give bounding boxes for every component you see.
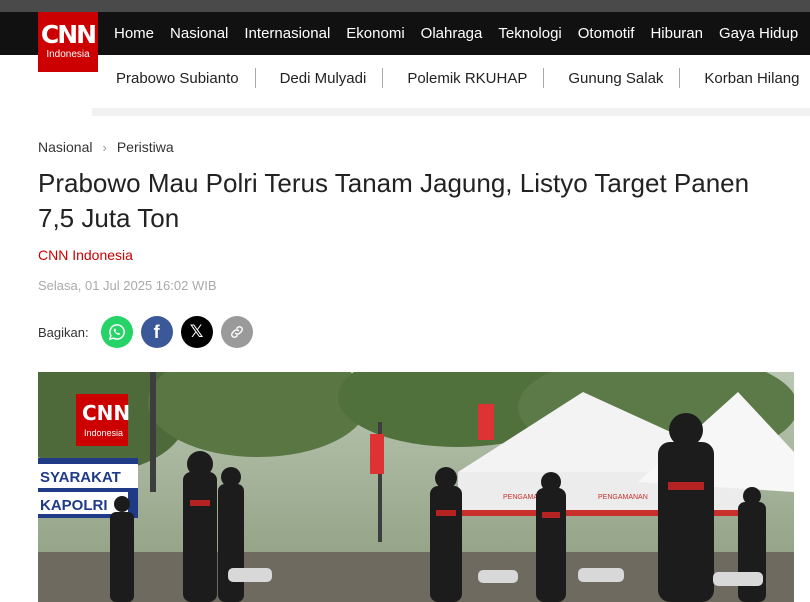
- topic-polemik-rkuhap[interactable]: Polemik RKUHAP: [383, 70, 543, 87]
- banner-text-2: KAPOLRI: [40, 497, 108, 514]
- whatsapp-icon: [108, 324, 125, 341]
- share-link-button[interactable]: [220, 316, 253, 348]
- link-icon: [230, 326, 243, 338]
- watermark-sub: Indonesia: [84, 428, 123, 438]
- nav-item-internasional[interactable]: Internasional: [236, 25, 338, 42]
- trending-topics: Prabowo Subianto Dedi Mulyadi Polemik RK…: [92, 56, 810, 100]
- nav-item-nasional[interactable]: Nasional: [162, 25, 236, 42]
- chevron-right-icon: ›: [102, 139, 107, 155]
- nav-item-gaya-hidup[interactable]: Gaya Hidup: [711, 25, 806, 42]
- watermark-logo: CNN: [82, 401, 130, 425]
- nav-item-teknologi[interactable]: Teknologi: [490, 25, 569, 42]
- nav-item-otomotif[interactable]: Otomotif: [570, 25, 643, 42]
- nav-item-hiburan[interactable]: Hiburan: [642, 25, 711, 42]
- share-bar: Bagikan: f 𝕏: [38, 316, 261, 348]
- logo-subtext: Indonesia: [46, 49, 90, 60]
- nav-item-olahraga[interactable]: Olahraga: [413, 25, 491, 42]
- share-facebook-button[interactable]: f: [140, 316, 173, 348]
- nav-item-home[interactable]: Home: [106, 25, 162, 42]
- topic-korban-hilang[interactable]: Korban Hilang: [680, 70, 810, 87]
- share-label: Bagikan:: [38, 324, 89, 340]
- tent-text-2: PENGAMANAN: [598, 494, 648, 501]
- share-whatsapp-button[interactable]: [100, 316, 133, 348]
- banner-text-1: SYARAKAT: [40, 469, 121, 486]
- logo-text: CNN: [40, 20, 97, 49]
- article-title: Prabowo Mau Polri Terus Tanam Jagung, Li…: [38, 168, 750, 233]
- share-x-button[interactable]: 𝕏: [180, 316, 213, 348]
- topic-prabowo-subianto[interactable]: Prabowo Subianto: [92, 70, 255, 87]
- main-nav: Home Nasional Internasional Ekonomi Olah…: [106, 12, 806, 55]
- topic-gunung-salak[interactable]: Gunung Salak: [544, 70, 679, 87]
- breadcrumb-section[interactable]: Nasional: [38, 139, 92, 155]
- facebook-icon: f: [153, 321, 160, 342]
- nav-item-ekonomi[interactable]: Ekonomi: [338, 25, 412, 42]
- police-parade-photo: SYARAKAT KAPOLRI PENGAMANAN PENGAMANAN C…: [38, 372, 794, 602]
- hero-image: SYARAKAT KAPOLRI PENGAMANAN PENGAMANAN C…: [38, 372, 794, 602]
- article-date: Selasa, 01 Jul 2025 16:02 WIB: [38, 278, 217, 293]
- breadcrumb: Nasional › Peristiwa: [38, 139, 174, 155]
- breadcrumb-subsection[interactable]: Peristiwa: [117, 139, 174, 155]
- cnn-indonesia-logo[interactable]: CNN Indonesia: [38, 12, 98, 72]
- x-icon: 𝕏: [189, 322, 204, 341]
- topic-dedi-mulyadi[interactable]: Dedi Mulyadi: [256, 70, 383, 87]
- article-author[interactable]: CNN Indonesia: [38, 247, 133, 263]
- top-strip: [0, 0, 810, 12]
- subnav-shadow: [92, 108, 810, 116]
